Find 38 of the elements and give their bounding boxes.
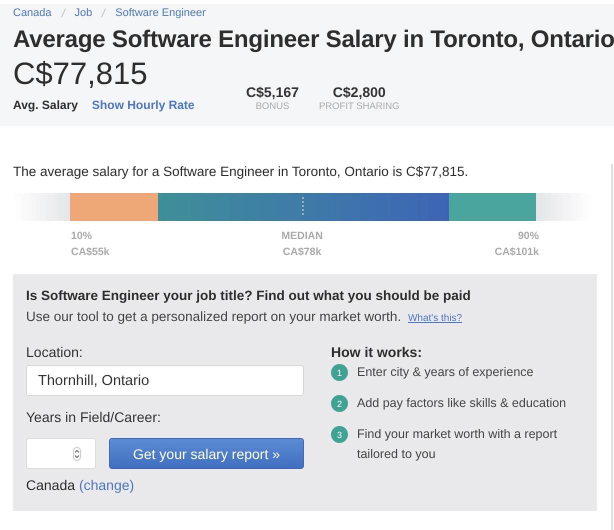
salary-summary: The average salary for a Software Engineer in Toronto, Ontario is C$77,815.	[13, 164, 470, 179]
years-field[interactable]	[26, 438, 96, 469]
years-label: Years in Field/Career:	[26, 409, 162, 425]
extra-pay-amount: C$2,800	[332, 84, 386, 100]
breadcrumb-link[interactable]: Canada	[13, 7, 52, 19]
percentile-label: 10%	[71, 229, 94, 244]
salary-amount: C$77,815	[13, 56, 148, 92]
slash-separator-icon	[101, 8, 106, 18]
percentile-value: CA$55k	[71, 245, 110, 260]
country-text: Canada (change)	[26, 477, 136, 493]
location-field[interactable]: Thornhill, Ontario	[26, 365, 304, 396]
percentile-label: 90%	[518, 229, 539, 244]
tool-heading: Is Software Engineer your job title? Find out what you should be paid	[26, 288, 472, 303]
extra-pay-label: BONUS	[256, 101, 290, 112]
spinner-icon[interactable]	[73, 446, 81, 460]
breadcrumb-link[interactable]: Job	[74, 7, 92, 19]
whats-this-link[interactable]: What's this?	[408, 313, 462, 324]
how-it-works-title: How it works:	[331, 344, 424, 360]
tool-description: Use our tool to get a personalized report on your market worth.	[26, 309, 402, 324]
hourly-rate-link[interactable]: Show Hourly Rate	[92, 98, 195, 112]
step-number: 3	[331, 426, 348, 443]
percentile-label: MEDIAN	[281, 229, 323, 244]
extra-pay-label: PROFIT SHARING	[318, 101, 400, 112]
percentile-value: CA$101k	[494, 245, 539, 260]
page-title: Average Software Engineer Salary in Toronto, Ontario	[13, 26, 614, 54]
slash-separator-icon	[60, 8, 66, 18]
step-text: Add pay factors like skills & education	[357, 395, 568, 412]
extra-pay-amount: C$5,167	[246, 84, 299, 100]
salary-label: Avg. Salary	[13, 98, 78, 112]
salary-report-button[interactable]: Get your salary report »	[109, 438, 304, 469]
location-label: Location:	[26, 344, 84, 360]
change-link[interactable]: (change)	[78, 477, 134, 493]
step-number: 2	[331, 395, 348, 412]
step-text: Find your market worth with a report tailored to you	[357, 426, 558, 463]
step-text: Enter city & years of experience	[357, 364, 534, 381]
percentile-value: CA$78k	[282, 245, 322, 260]
breadcrumb-link[interactable]: Software Engineer	[115, 7, 206, 19]
step-number: 1	[331, 364, 348, 381]
